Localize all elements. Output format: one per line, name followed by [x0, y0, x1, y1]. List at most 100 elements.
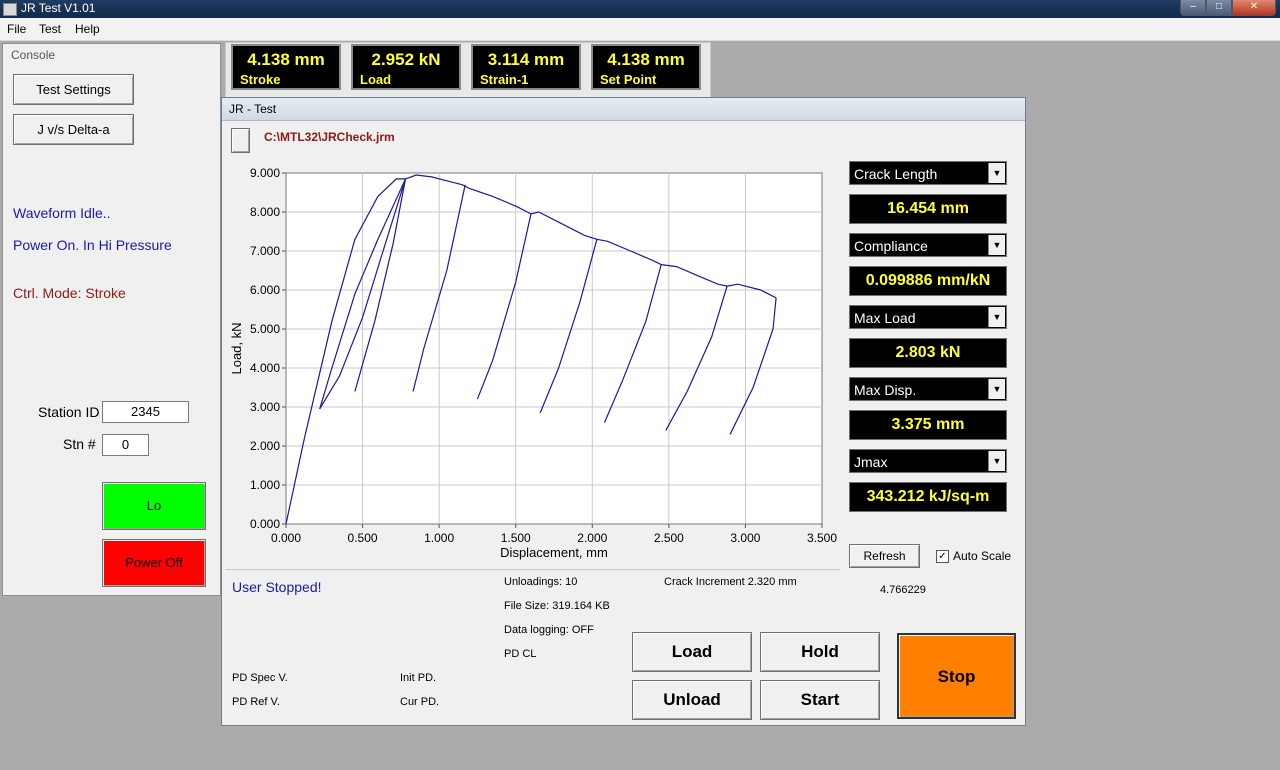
chevron-down-icon: ▼: [988, 379, 1005, 399]
stroke-value: 4.138 mm: [247, 50, 325, 69]
crack-length-label: Crack Length: [854, 166, 938, 182]
set-point-value: 4.138 mm: [607, 50, 685, 69]
y-tick-label: 6.000: [250, 283, 280, 297]
y-tick-label: 3.000: [250, 400, 280, 414]
max-load-select[interactable]: Max Load ▼: [849, 305, 1007, 329]
y-tick-label: 7.000: [250, 244, 280, 258]
console-panel: Console Test Settings J v/s Delta-a Wave…: [2, 43, 221, 596]
maximize-button[interactable]: □: [1206, 0, 1232, 16]
y-tick-label: 9.000: [250, 166, 280, 180]
hold-button[interactable]: Hold: [760, 632, 880, 672]
y-tick-label: 1.000: [250, 478, 280, 492]
x-tick-label: 2.000: [577, 531, 607, 545]
file-size: File Size: 319.164 KB: [504, 600, 610, 612]
y-tick-label: 8.000: [250, 205, 280, 219]
minimize-button[interactable]: –: [1180, 0, 1206, 16]
stroke-readout: 4.138 mm Stroke: [231, 44, 341, 90]
refresh-button[interactable]: Refresh: [849, 544, 920, 568]
user-stopped-status: User Stopped!: [232, 579, 322, 595]
title-bar: JR Test V1.01 – □ ✕: [0, 0, 1280, 18]
compliance-select[interactable]: Compliance ▼: [849, 233, 1007, 257]
chevron-down-icon: ▼: [988, 307, 1005, 327]
crack-length-value: 16.454 mm: [849, 194, 1007, 224]
jr-test-window: JR - Test C:\MTL32\JRCheck.jrm 0.000 0.50…: [221, 97, 1026, 726]
start-button[interactable]: Start: [760, 680, 880, 720]
max-load-value: 2.803 kN: [849, 338, 1007, 368]
file-open-button[interactable]: [231, 128, 250, 153]
init-pd-label: Init PD.: [400, 672, 437, 684]
set-point-readout: 4.138 mm Set Point: [591, 44, 701, 90]
y-tick-label: 5.000: [250, 322, 280, 336]
pd-cl: PD CL: [504, 648, 537, 660]
x-tick-label: 3.000: [730, 531, 760, 545]
stn-number-field[interactable]: 0: [102, 434, 149, 456]
extra-value: 4.766229: [880, 584, 926, 596]
crack-length-select[interactable]: Crack Length ▼: [849, 161, 1007, 185]
lo-button[interactable]: Lo: [102, 482, 206, 530]
chart-area: 0.000 0.500 1.000 1.500 2.000 2.500 3.000 3.500…: [225, 161, 840, 570]
compliance-label: Compliance: [854, 238, 928, 254]
cur-pd-label: Cur PD.: [400, 696, 440, 708]
load-displacement-chart: 0.000 0.500 1.000 1.500 2.000 2.500 3.000 3.500…: [229, 166, 837, 560]
x-tick-label: 2.500: [654, 531, 684, 545]
menu-bar: File Test Help: [0, 18, 1280, 41]
strain-readout: 3.114 mm Strain-1: [471, 44, 581, 90]
station-id-field[interactable]: 2345: [102, 401, 189, 423]
power-status: Power On. In Hi Pressure: [13, 237, 172, 253]
y-axis-label: Load, kN: [229, 322, 244, 374]
jr-test-title: JR - Test: [229, 102, 277, 116]
jmax-value: 343.212 kJ/sq-m: [849, 482, 1007, 512]
waveform-status: Waveform Idle..: [13, 205, 111, 221]
strain-label: Strain-1: [480, 72, 529, 87]
jmax-select[interactable]: Jmax ▼: [849, 449, 1007, 473]
compliance-value: 0.099886 mm/kN: [849, 266, 1007, 296]
jmax-label: Jmax: [854, 454, 888, 470]
y-tick-label: 2.000: [250, 439, 280, 453]
unloadings-count: Unloadings: 10: [504, 576, 578, 588]
file-path: C:\MTL32\JRCheck.jrm: [264, 130, 395, 144]
data-logging: Data logging: OFF: [504, 624, 594, 636]
max-load-label: Max Load: [854, 310, 916, 326]
j-vs-delta-a-button[interactable]: J v/s Delta-a: [13, 114, 134, 145]
x-axis-label: Displacement, mm: [500, 545, 608, 560]
menu-help[interactable]: Help: [75, 22, 100, 36]
stop-button[interactable]: Stop: [897, 633, 1016, 719]
ctrl-mode-status: Ctrl. Mode: Stroke: [13, 285, 126, 301]
console-title: Console: [11, 48, 56, 62]
menu-test[interactable]: Test: [39, 22, 61, 36]
station-id-label: Station ID: [38, 404, 100, 420]
chevron-down-icon: ▼: [988, 235, 1005, 255]
pd-ref-label: PD Ref V.: [232, 696, 280, 708]
load-button[interactable]: Load: [632, 632, 752, 672]
load-label: Load: [360, 72, 392, 87]
max-disp-value: 3.375 mm: [849, 410, 1007, 440]
chevron-down-icon: ▼: [988, 451, 1005, 471]
x-tick-label: 1.000: [424, 531, 454, 545]
crack-increment: Crack Increment 2.320 mm: [664, 576, 797, 588]
chevron-down-icon: ▼: [988, 163, 1005, 183]
pd-spec-label: PD Spec V.: [232, 672, 288, 684]
window-title: JR Test V1.01: [21, 1, 96, 15]
test-settings-button[interactable]: Test Settings: [13, 74, 134, 105]
unload-button[interactable]: Unload: [632, 680, 752, 720]
max-disp-select[interactable]: Max Disp. ▼: [849, 377, 1007, 401]
stroke-label: Stroke: [240, 72, 281, 87]
load-readout: 2.952 kN Load: [351, 44, 461, 90]
y-tick-label: 0.000: [250, 517, 280, 531]
auto-scale-checkbox[interactable]: ✓: [936, 550, 949, 563]
power-off-button[interactable]: Power Off: [102, 539, 206, 587]
x-tick-label: 0.500: [348, 531, 378, 545]
stn-number-label: Stn #: [63, 436, 96, 452]
y-tick-label: 4.000: [250, 361, 280, 375]
load-value: 2.952 kN: [371, 50, 441, 69]
set-point-label: Set Point: [600, 72, 657, 87]
strain-value: 3.114 mm: [487, 50, 565, 69]
auto-scale-label: Auto Scale: [953, 549, 1012, 563]
menu-file[interactable]: File: [7, 22, 26, 36]
x-tick-label: 1.500: [501, 531, 531, 545]
x-tick-label: 0.000: [271, 531, 301, 545]
app-icon: [3, 3, 17, 16]
x-tick-label: 3.500: [807, 531, 837, 545]
close-button[interactable]: ✕: [1232, 0, 1276, 16]
jr-test-titlebar: JR - Test: [222, 98, 1025, 121]
